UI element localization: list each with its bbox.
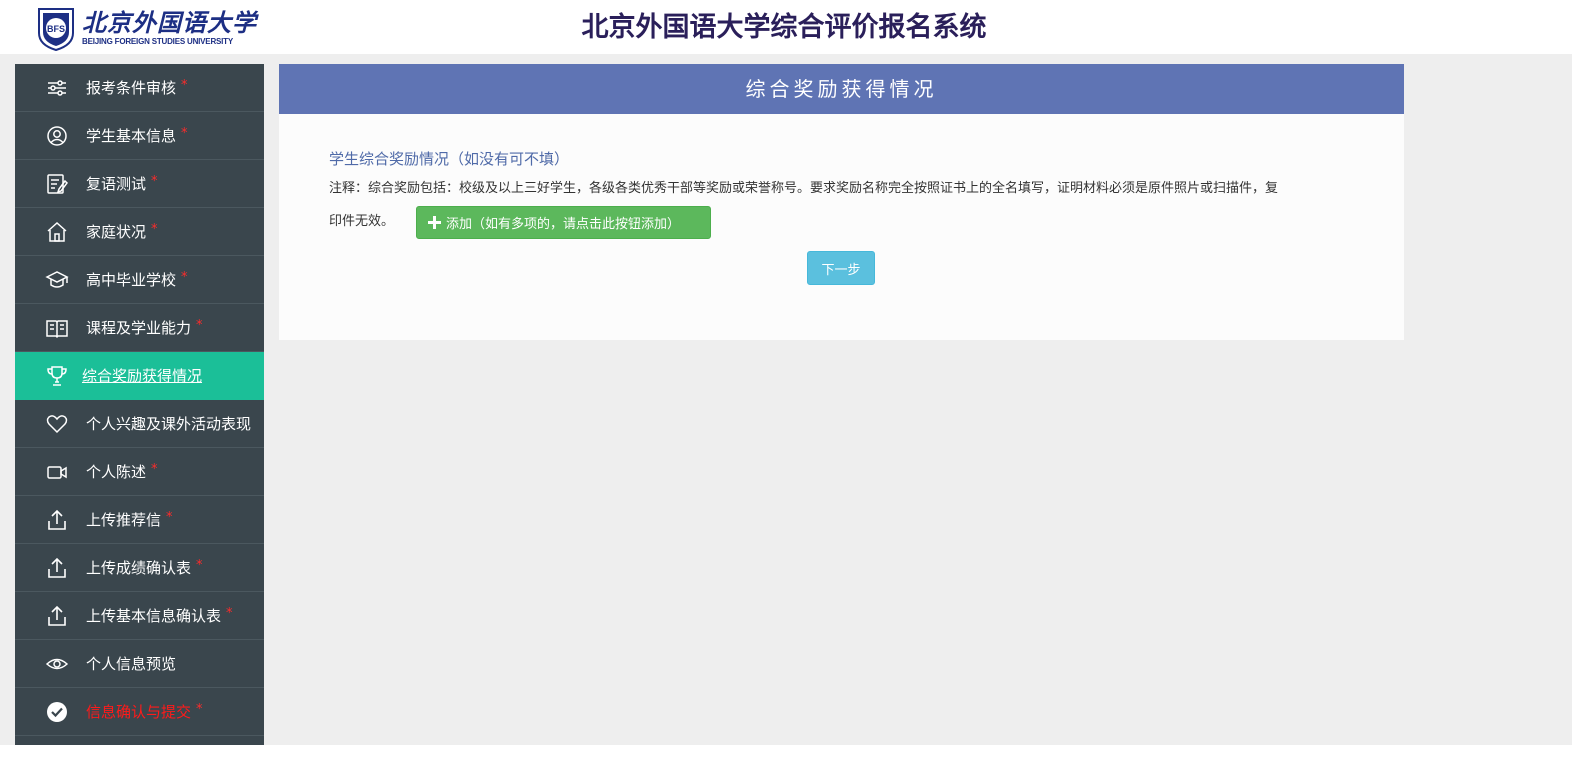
sidebar-item-confirm-submit[interactable]: 信息确认与提交 * [15, 688, 264, 736]
sidebar-item-language-test[interactable]: 复语测试 * [15, 160, 264, 208]
awards-panel: 综合奖励获得情况 学生综合奖励情况（如没有可不填） 注释：综合奖励包括：校级及以… [279, 64, 1404, 340]
home-icon [45, 220, 69, 244]
required-mark: * [166, 510, 173, 525]
add-button-label: 添加（如有多项的，请点击此按钮添加） [446, 217, 681, 232]
open-book-icon [45, 316, 69, 340]
required-mark: * [226, 606, 233, 621]
upload-icon [45, 508, 69, 532]
heart-icon [45, 412, 69, 436]
add-award-button[interactable]: 添加（如有多项的，请点击此按钮添加） [416, 206, 711, 239]
note-text-continued: 印件无效。 [329, 214, 395, 229]
upload-icon [45, 556, 69, 580]
user-circle-icon [45, 124, 69, 148]
required-mark: * [151, 222, 158, 237]
sidebar-item-preview[interactable]: 个人信息预览 [15, 640, 264, 688]
video-camera-icon [45, 460, 69, 484]
sidebar-item-label: 综合奖励获得情况 [82, 367, 203, 385]
check-circle-icon [45, 700, 69, 724]
sidebar-item-label: 上传成绩确认表 [86, 559, 192, 577]
sidebar-item-label: 报考条件审核 [86, 79, 177, 97]
required-mark: * [181, 270, 188, 285]
sidebar-item-label: 上传基本信息确认表 [86, 607, 222, 625]
required-mark: * [181, 78, 188, 93]
sidebar-item-family-status[interactable]: 家庭状况 * [15, 208, 264, 256]
required-mark: * [196, 558, 203, 573]
sidebar-item-eligibility-review[interactable]: 报考条件审核 * [15, 64, 264, 112]
section-title: 学生综合奖励情况（如没有可不填） [329, 150, 570, 168]
graduation-cap-icon [45, 268, 69, 292]
sidebar-item-personal-statement[interactable]: 个人陈述 * [15, 448, 264, 496]
required-mark: * [196, 702, 203, 717]
sidebar-item-student-info[interactable]: 学生基本信息 * [15, 112, 264, 160]
sidebar-nav: 报考条件审核 * 学生基本信息 * 复语测试 * 家庭状况 * 高中毕业学校 * [15, 64, 264, 745]
note-text: 注释：综合奖励包括：校级及以上三好学生，各级各类优秀干部等奖励或荣誉称号。要求奖… [329, 181, 1279, 196]
eye-icon [45, 652, 69, 676]
sidebar-item-high-school[interactable]: 高中毕业学校 * [15, 256, 264, 304]
edit-document-icon [45, 172, 69, 196]
sidebar-item-label: 个人陈述 [86, 463, 147, 481]
required-mark: * [181, 126, 188, 141]
page-title: 北京外国语大学综合评价报名系统 [581, 12, 987, 43]
required-mark: * [151, 174, 158, 189]
sidebar-item-label: 学生基本信息 [86, 127, 177, 145]
sidebar-item-label: 个人信息预览 [86, 655, 177, 673]
sidebar-item-label: 课程及学业能力 [86, 319, 192, 337]
sidebar-item-upload-recommendation[interactable]: 上传推荐信 * [15, 496, 264, 544]
sidebar-item-label: 个人兴趣及课外活动表现 [86, 415, 252, 433]
next-step-button[interactable]: 下一步 [807, 251, 875, 285]
sidebar-item-upload-basic-info[interactable]: 上传基本信息确认表 * [15, 592, 264, 640]
sidebar-item-awards[interactable]: 综合奖励获得情况 [15, 352, 264, 400]
sliders-icon [45, 76, 69, 100]
sidebar-item-label: 高中毕业学校 [86, 271, 177, 289]
next-button-label: 下一步 [821, 262, 861, 278]
page-header: BFS 北京外国语大学 BEIJING FOREIGN STUDIES UNIV… [0, 0, 1572, 54]
bottom-strip [0, 745, 1572, 760]
trophy-icon [45, 364, 69, 388]
sidebar-item-label: 信息确认与提交 [86, 703, 192, 721]
sidebar-item-label: 家庭状况 [86, 223, 147, 241]
required-mark: * [151, 462, 158, 477]
panel-title: 综合奖励获得情况 [745, 77, 938, 101]
required-mark: * [196, 318, 203, 333]
sidebar-item-interests[interactable]: 个人兴趣及课外活动表现 [15, 400, 264, 448]
panel-header: 综合奖励获得情况 [279, 64, 1404, 114]
sidebar-item-label: 复语测试 [86, 175, 147, 193]
sidebar-item-label: 上传推荐信 [86, 511, 162, 529]
sidebar-item-courses[interactable]: 课程及学业能力 * [15, 304, 264, 352]
sidebar-item-upload-grades[interactable]: 上传成绩确认表 * [15, 544, 264, 592]
upload-icon [45, 604, 69, 628]
plus-icon [428, 216, 441, 229]
